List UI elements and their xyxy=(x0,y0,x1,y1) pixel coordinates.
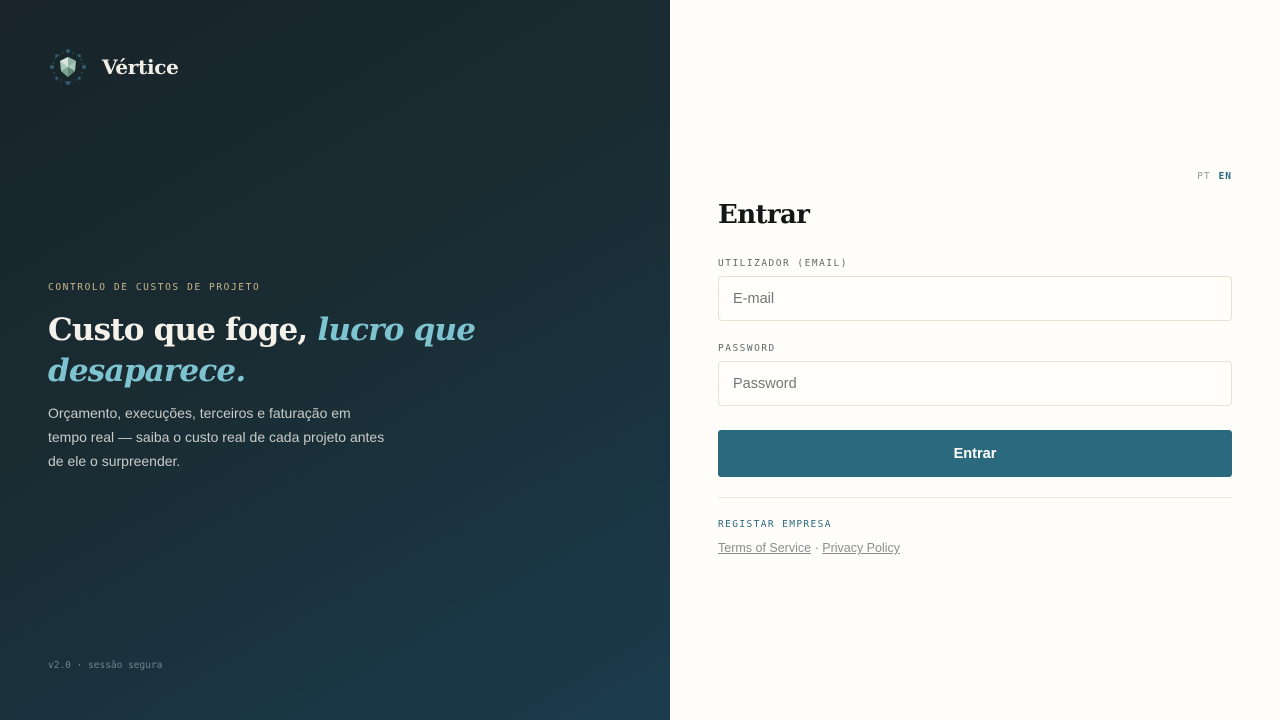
language-switcher: PT EN xyxy=(1197,171,1232,182)
legal-links: Terms of Service · Privacy Policy xyxy=(718,541,1232,555)
form-title: Entrar xyxy=(718,200,810,230)
gem-logo-icon xyxy=(50,49,86,85)
hero-eyebrow: CONTROLO DE CUSTOS DE PROJETO xyxy=(48,282,261,293)
password-field[interactable] xyxy=(718,361,1232,406)
register-company-link[interactable]: REGISTAR EMPRESA xyxy=(718,519,832,530)
login-panel: PT EN Entrar UTILIZADOR (EMAIL) PASSWORD… xyxy=(670,0,1280,720)
login-form: Entrar UTILIZADOR (EMAIL) PASSWORD Entra… xyxy=(718,200,1232,555)
divider xyxy=(718,497,1232,498)
password-label: PASSWORD xyxy=(718,343,776,354)
brand: Vértice xyxy=(48,47,179,87)
legal-separator: · xyxy=(814,541,819,555)
version-note: v2.0 · sessão segura xyxy=(48,660,163,671)
email-label: UTILIZADOR (EMAIL) xyxy=(718,258,848,269)
email-field[interactable] xyxy=(718,276,1232,321)
hero-headline: Custo que foge, lucro que desaparece. xyxy=(48,310,518,392)
lang-en-option[interactable]: EN xyxy=(1219,171,1232,182)
terms-link[interactable]: Terms of Service xyxy=(718,541,811,555)
login-button[interactable]: Entrar xyxy=(718,430,1232,477)
lang-pt-option[interactable]: PT xyxy=(1197,171,1210,182)
brand-name: Vértice xyxy=(102,55,179,79)
privacy-link[interactable]: Privacy Policy xyxy=(822,541,900,555)
brand-panel: Vértice CONTROLO DE CUSTOS DE PROJETO Cu… xyxy=(0,0,670,720)
headline-plain: Custo que foge, xyxy=(48,312,318,348)
hero-lead: Orçamento, execuções, terceiros e fatura… xyxy=(48,405,385,469)
